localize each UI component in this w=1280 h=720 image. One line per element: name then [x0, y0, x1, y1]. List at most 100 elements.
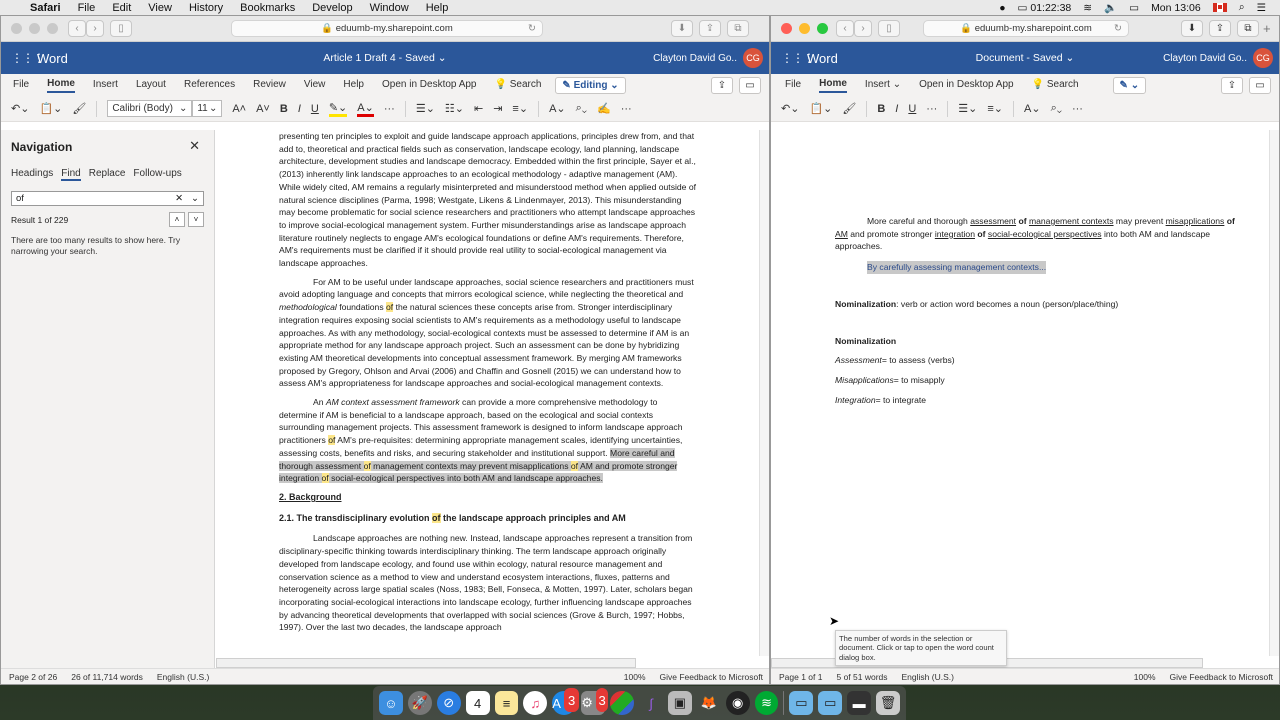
downloads-icon[interactable]: ⬇ [1181, 20, 1203, 37]
tab-help[interactable]: Help [343, 79, 364, 92]
word-count[interactable]: 5 of 51 words [836, 672, 887, 682]
menu-view[interactable]: View [148, 2, 172, 14]
zoom-level[interactable]: 100% [1134, 672, 1156, 682]
user-account[interactable]: Clayton David Go.. CG [1163, 48, 1273, 68]
bullets-icon[interactable]: ☰⌄ [958, 102, 977, 115]
finder-icon[interactable]: ☺ [379, 691, 403, 715]
battery-icon[interactable]: ▭ [1129, 2, 1139, 14]
vertical-scrollbar[interactable] [759, 130, 769, 656]
tabs-overview-icon[interactable]: ⧉ [1237, 20, 1259, 37]
share-icon[interactable]: ⇪ [699, 20, 721, 37]
align-icon[interactable]: ≡⌄ [512, 102, 528, 115]
grow-font-icon[interactable]: A˄ [232, 103, 246, 115]
word-app-name[interactable]: Word [37, 51, 68, 66]
increase-indent-icon[interactable]: ⇥ [493, 102, 502, 115]
gimp-icon[interactable]: 🦊 [697, 691, 721, 715]
word-count[interactable]: 26 of 11,714 words [71, 672, 143, 682]
avatar[interactable]: CG [743, 48, 763, 68]
tab-headings[interactable]: Headings [11, 168, 53, 181]
decrease-indent-icon[interactable]: ⇤ [474, 102, 483, 115]
share-icon[interactable]: ⇪ [1209, 20, 1231, 37]
tab-insert[interactable]: Insert [93, 79, 118, 92]
app-store-icon[interactable]: A3 [552, 688, 580, 715]
volume-icon[interactable]: 🔈 [1104, 1, 1117, 14]
obs-icon[interactable]: ◉ [725, 691, 750, 715]
format-painter-icon[interactable]: 🖌 [72, 102, 86, 115]
back-button[interactable]: ‹ [68, 20, 86, 37]
styles-icon[interactable]: A⌄ [549, 102, 566, 115]
shortcuts-icon[interactable]: ∫ [639, 691, 663, 715]
tab-follow-ups[interactable]: Follow-ups [133, 168, 181, 181]
clear-search-icon[interactable]: ✕ [175, 193, 183, 204]
tab-review[interactable]: Review [253, 79, 286, 92]
bold-icon[interactable]: B [280, 103, 288, 115]
forward-button[interactable]: › [854, 20, 872, 37]
document-page[interactable]: More careful and thorough assessment of … [835, 215, 1245, 406]
minimize-window-button[interactable] [799, 23, 810, 34]
zoom-level[interactable]: 100% [624, 672, 646, 682]
menu-develop[interactable]: Develop [312, 2, 352, 14]
paste-icon[interactable]: 📋⌄ [809, 102, 832, 115]
feedback-link[interactable]: Give Feedback to Microsoft [660, 672, 763, 682]
more-font-options-icon[interactable]: ··· [384, 103, 395, 115]
language[interactable]: English (U.S.) [157, 672, 209, 682]
horizontal-scrollbar[interactable] [216, 658, 636, 668]
word-app-name[interactable]: Word [807, 51, 838, 66]
menu-history[interactable]: History [189, 2, 223, 14]
tab-view[interactable]: View [304, 79, 326, 92]
downloads-icon[interactable]: ⬇ [671, 20, 693, 37]
more-options-icon[interactable]: ··· [1072, 103, 1083, 115]
app-launcher-icon[interactable]: ⋮⋮⋮ [11, 52, 45, 64]
share-doc-icon[interactable]: ⇪ [1221, 76, 1243, 94]
tab-file[interactable]: File [13, 79, 29, 92]
font-name-select[interactable]: Calibri (Body) ⌄ [107, 100, 193, 117]
address-bar[interactable]: 🔒 eduumb-my.sharepoint.com ↻ [231, 20, 543, 37]
clock[interactable]: Mon 13:06 [1151, 2, 1201, 14]
audio-app-icon[interactable]: ≋ [754, 691, 779, 715]
menu-window[interactable]: Window [370, 2, 409, 14]
input-source-flag-icon[interactable] [1212, 3, 1227, 12]
comments-icon[interactable]: ▭ [1249, 76, 1271, 94]
close-icon[interactable]: ✕ [189, 138, 200, 154]
zoom-window-button[interactable] [817, 23, 828, 34]
menu-safari[interactable]: Safari [30, 2, 61, 14]
tab-layout[interactable]: Layout [136, 79, 166, 92]
wifi-icon[interactable]: ≋ [1083, 2, 1092, 14]
menu-file[interactable]: File [78, 2, 96, 14]
find-input[interactable]: of ✕ ⌄ [11, 191, 204, 206]
tab-home[interactable]: Home [819, 78, 847, 93]
tab-home[interactable]: Home [47, 78, 75, 93]
notes-icon[interactable]: ≡ [494, 691, 519, 715]
calendar-icon[interactable]: 4 [465, 691, 490, 715]
editing-mode-button[interactable]: ✎ ⌄ [1112, 76, 1147, 94]
find-icon[interactable]: ⌕⌄ [1051, 102, 1062, 115]
more-font-options-icon[interactable]: ··· [926, 103, 937, 115]
document-page[interactable]: presenting ten principles to exploit and… [279, 130, 697, 640]
feedback-link[interactable]: Give Feedback to Microsoft [1170, 672, 1273, 682]
new-tab-icon[interactable]: + [1263, 21, 1271, 36]
bold-icon[interactable]: B [877, 103, 885, 115]
search-button[interactable]: 💡 Search [1032, 79, 1079, 92]
safari-icon[interactable]: ⊘ [436, 691, 461, 715]
tab-file[interactable]: File [785, 79, 801, 92]
minimize-window-button[interactable] [29, 23, 40, 34]
close-window-button[interactable] [11, 23, 22, 34]
recorder-icon[interactable]: ● [999, 2, 1005, 14]
previous-result-button[interactable]: ˄ [169, 212, 185, 227]
underline-icon[interactable]: U [311, 103, 319, 115]
sidebar-toggle-icon[interactable]: ▯ [878, 20, 900, 37]
more-options-icon[interactable]: ··· [621, 103, 632, 115]
editing-mode-button[interactable]: ✎ Editing ⌄ [555, 76, 626, 94]
back-button[interactable]: ‹ [836, 20, 854, 37]
search-button[interactable]: 💡 Search [495, 79, 542, 92]
user-account[interactable]: Clayton David Go.. CG [653, 48, 763, 68]
forward-button[interactable]: › [86, 20, 104, 37]
disk-utility-icon[interactable]: ▣ [668, 691, 692, 715]
open-in-desktop-app[interactable]: Open in Desktop App [382, 79, 477, 92]
menu-bookmarks[interactable]: Bookmarks [240, 2, 295, 14]
app-launcher-icon[interactable]: ⋮⋮⋮ [781, 52, 815, 64]
next-result-button[interactable]: ˅ [188, 212, 204, 227]
vertical-scrollbar[interactable] [1269, 130, 1279, 656]
open-in-desktop-app[interactable]: Open in Desktop App [919, 79, 1014, 92]
font-size-select[interactable]: 11 ⌄ [192, 100, 223, 117]
